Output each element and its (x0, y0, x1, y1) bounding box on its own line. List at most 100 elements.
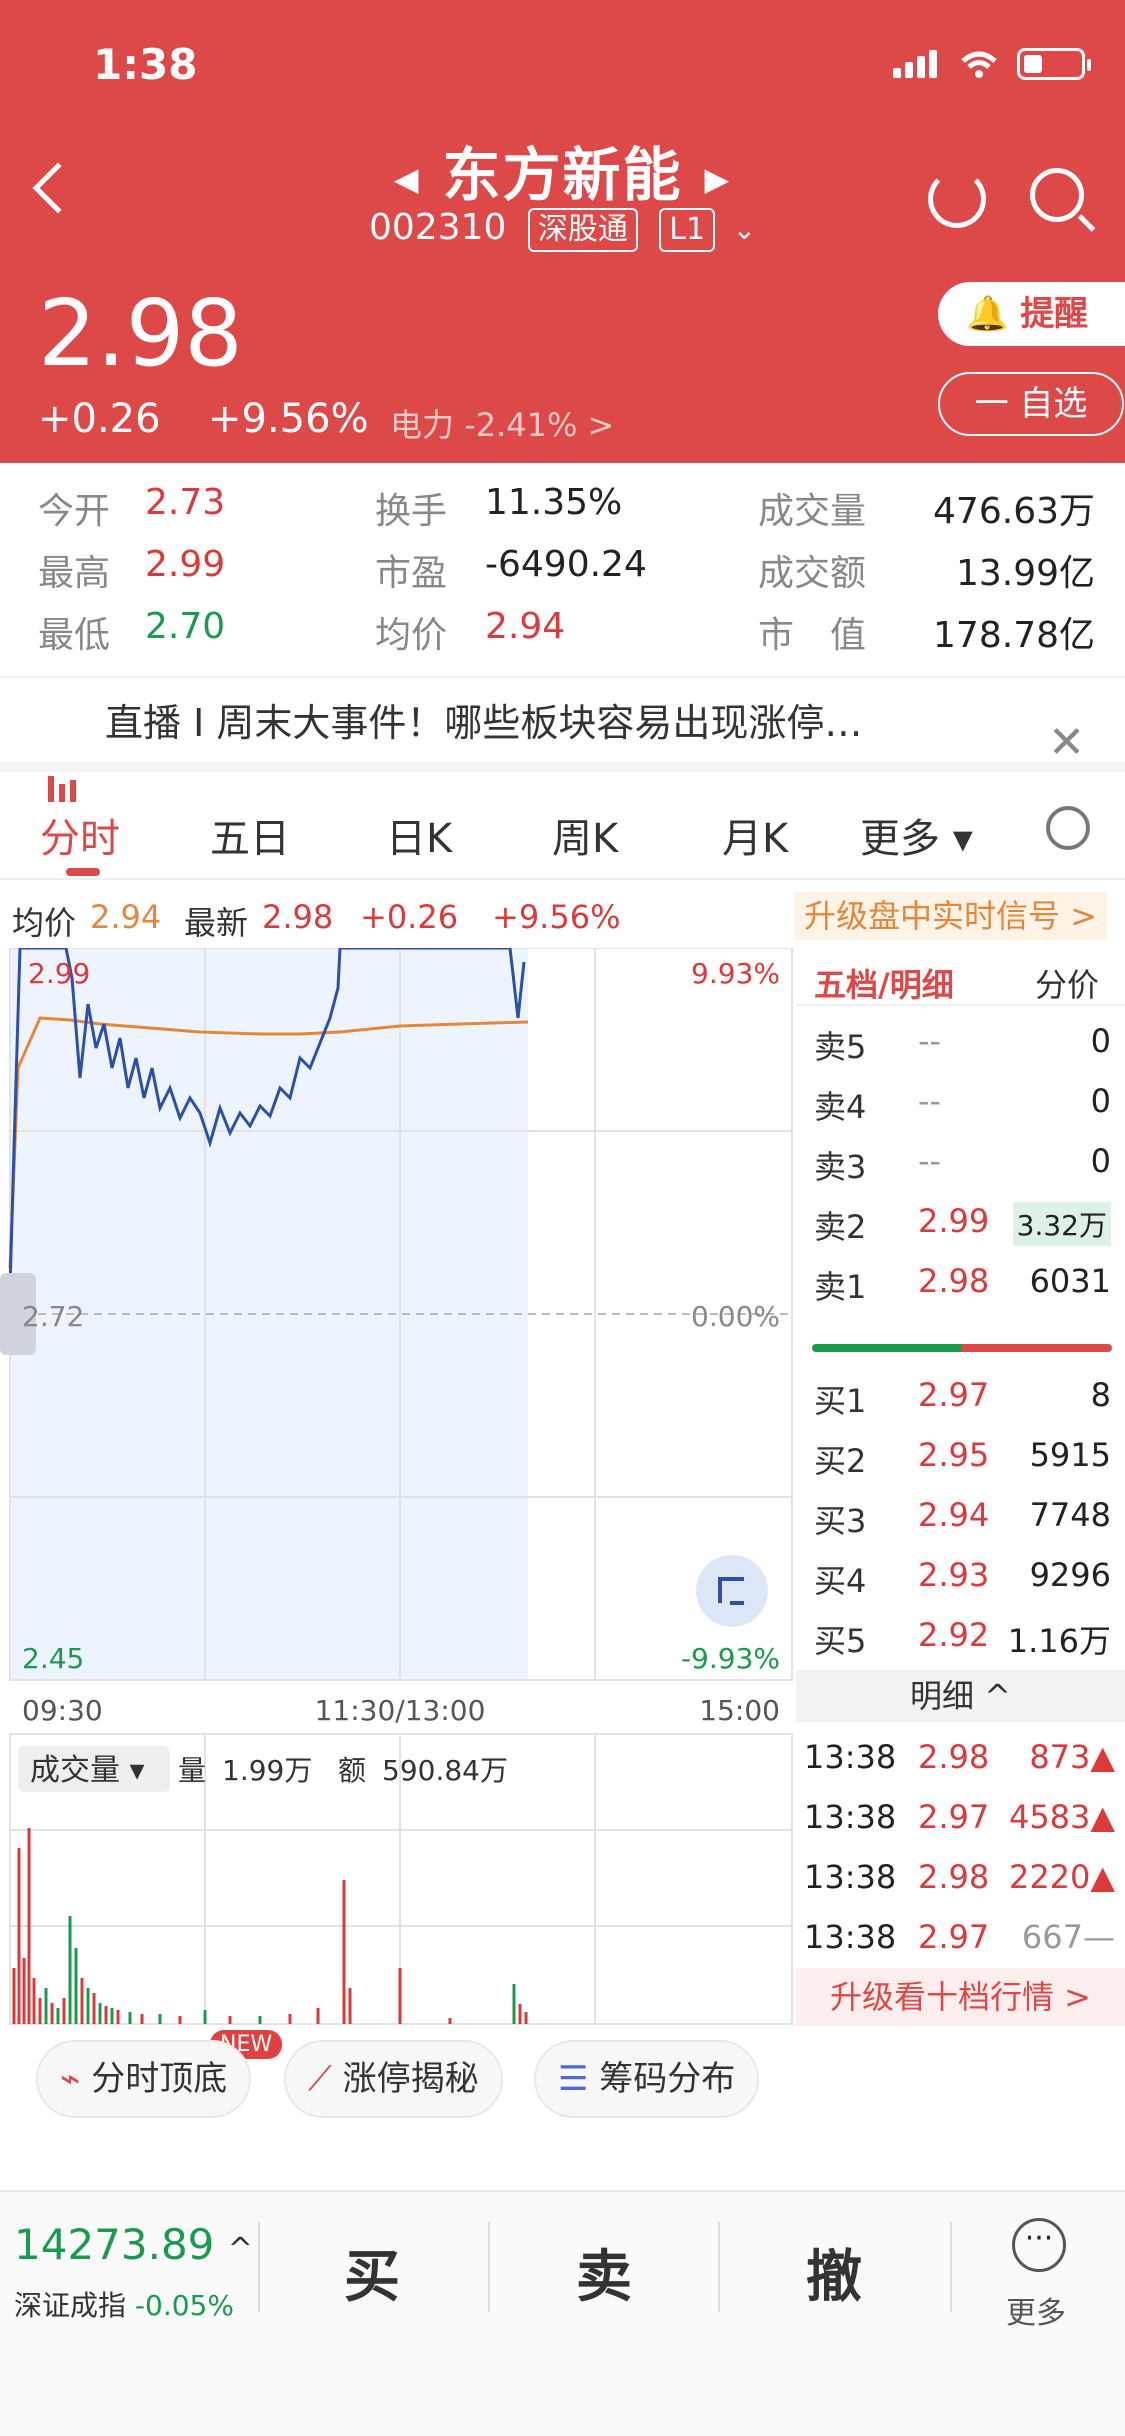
current-price: 2.98 (38, 280, 243, 387)
y-mid-pct: 0.00% (691, 1300, 780, 1333)
tab-monthly[interactable]: 月K (722, 806, 788, 864)
price-change-pct: +9.56% (208, 396, 369, 442)
limit-up-icon: ⟋ (308, 2059, 332, 2099)
sector-link[interactable]: 电力 -2.41% > (390, 400, 614, 446)
settings-icon[interactable] (1046, 806, 1090, 850)
stat-label: 换手 (375, 491, 448, 532)
status-icons (893, 48, 1091, 80)
tool-chips: ⌁ 分时顶底 ⟋ 涨停揭秘 ☰ 筹码分布 (0, 2040, 1125, 2140)
signal-icon (893, 50, 941, 78)
y-max-pct: 9.93% (691, 957, 780, 990)
stat-volume: 476.63万 (933, 491, 1095, 532)
remind-button[interactable]: 🔔 提醒 (938, 282, 1125, 346)
orderbook-header: 五档/明细 分价 (796, 948, 1125, 1006)
upgrade-level10-link[interactable]: 升级看十档行情 > (796, 1968, 1125, 2026)
last-value: 2.98 (262, 898, 334, 936)
more-icon[interactable]: ··· (1012, 2218, 1066, 2272)
next-stock-icon[interactable]: ▶ (705, 160, 732, 198)
caret-up-icon: ^ (227, 2232, 253, 2267)
order-book: 五档/明细 分价 卖5 -- 0 卖4 -- 0 卖3 -- 0 卖2 2.99 3.32万 卖… (796, 948, 1125, 2028)
refresh-icon[interactable] (928, 170, 986, 228)
stat-label: 成交额 (758, 553, 867, 594)
buy-button[interactable]: 买 (344, 2232, 400, 2313)
y-min-label: 2.45 (22, 1642, 84, 1675)
tick-row: 13:38 2.97 667— (804, 1918, 1115, 1956)
stat-label: 均价 (375, 615, 448, 656)
ask-row: 卖2 2.99 3.32万 (796, 1192, 1125, 1252)
close-icon[interactable]: ✕ (1048, 698, 1085, 788)
quote-stats: 今开 2.73 最高 2.99 最低 2.70 换手 11.35% 市盈 -64… (0, 470, 1125, 670)
tab-more[interactable]: 更多 ▾ (860, 806, 973, 864)
y-mid-label: 2.72 (22, 1300, 84, 1333)
tab-intraday[interactable]: 分时 (40, 806, 120, 864)
stat-amount: 13.99亿 (955, 553, 1095, 594)
bid-row: 买4 2.93 9296 (814, 1556, 1111, 1600)
sell-button[interactable]: 卖 (576, 2232, 632, 2313)
chart-tabs: 分时 五日 日K 周K 月K 更多 ▾ (0, 780, 1125, 880)
bid-row: 买1 2.97 8 (814, 1376, 1111, 1420)
stat-label: 市盈 (375, 553, 448, 594)
amount-label: 额 (338, 1754, 366, 1787)
time-start: 09:30 (22, 1694, 103, 1727)
divider (258, 2222, 260, 2312)
bid-row: 买5 2.92 1.16万 (814, 1616, 1111, 1660)
tab-5day[interactable]: 五日 (210, 806, 290, 864)
level-tag[interactable]: L1 (659, 208, 716, 252)
tab-daily[interactable]: 日K (386, 806, 452, 864)
tab-weekly[interactable]: 周K (552, 806, 618, 864)
tick-row: 13:38 2.98 2220▲ (804, 1858, 1115, 1896)
index-name: 深证成指 -0.05% (14, 2289, 234, 2322)
battery-icon (1017, 48, 1091, 80)
time-mid: 11:30/13:00 (315, 1694, 486, 1727)
intraday-chart[interactable]: 2.99 9.93% 2.72 0.00% 2.45 -9.93% 09:30 … (0, 948, 795, 2028)
more-label[interactable]: 更多 (1006, 2288, 1066, 2332)
distribution-icon: ☰ (558, 2059, 589, 2099)
price-change: +0.26 (38, 396, 161, 442)
tab-indicator (66, 868, 100, 876)
pct-value: +9.56% (492, 898, 621, 936)
tool-chip-distribution[interactable]: ☰ 筹码分布 (534, 2040, 760, 2118)
divider (950, 2222, 952, 2312)
wifi-icon (961, 51, 997, 78)
chevron-down-icon[interactable]: ⌄ (733, 213, 756, 246)
time-end: 15:00 (699, 1694, 780, 1727)
chart-infobar: 均价 2.94 最新 2.98 +0.26 +9.56% 升级盘中实时信号 > (0, 892, 1125, 944)
connect-tag: 深股通 (527, 208, 638, 252)
tick-row: 13:38 2.98 873▲ (804, 1738, 1115, 1776)
stat-label: 今开 (38, 491, 111, 532)
tab-price-dist[interactable]: 分价 (1035, 960, 1099, 1006)
detail-toggle[interactable]: 明细 ^ (796, 1670, 1125, 1722)
tool-intraday-top-bottom[interactable]: ⌁ 分时顶底 (36, 2040, 252, 2118)
tool-limit-up[interactable]: ⟋ 涨停揭秘 (284, 2040, 503, 2118)
cancel-button[interactable]: 撤 (806, 2232, 862, 2313)
divider (488, 2222, 490, 2312)
last-label: 最新 (184, 904, 249, 942)
stat-low: 2.70 (145, 606, 226, 647)
ask-row: 卖4 -- 0 (814, 1082, 1111, 1126)
stat-market-cap: 178.78亿 (933, 615, 1095, 656)
stat-turnover: 11.35% (485, 482, 623, 523)
prev-stock-icon[interactable]: ◀ (394, 160, 421, 198)
chg-value: +0.26 (360, 898, 459, 936)
live-banner[interactable]: 直播 I 周末大事件！哪些板块容易出现涨停… ✕ (0, 676, 1125, 802)
y-max-label: 2.99 (28, 957, 90, 990)
search-icon[interactable] (1030, 168, 1084, 222)
watchlist-button[interactable]: 一 自选 (938, 372, 1124, 436)
stock-code: 002310 (368, 207, 507, 248)
amount-value: 590.84万 (382, 1754, 508, 1787)
live-text: 直播 I 周末大事件！哪些板块容易出现涨停… (105, 701, 863, 745)
buy-sell-ratio-bar (812, 1344, 1112, 1352)
stat-open: 2.73 (145, 482, 226, 523)
bottom-trade-bar: 14273.89 ^ 深证成指 -0.05% 买 卖 撤 ··· 更多 (0, 2190, 1125, 2436)
index-value[interactable]: 14273.89 ^ (14, 2220, 253, 2269)
upgrade-signal-link[interactable]: 升级盘中实时信号 > (794, 892, 1107, 940)
ask-row: 卖1 2.98 6031 (814, 1262, 1111, 1306)
bell-icon: 🔔 (966, 294, 1009, 334)
volume-label: 量 (178, 1754, 206, 1787)
y-min-pct: -9.93% (681, 1642, 780, 1675)
avg-value: 2.94 (90, 898, 162, 936)
ask-row: 卖5 -- 0 (814, 1022, 1111, 1066)
fullscreen-icon[interactable] (696, 1555, 768, 1627)
tab-orderbook[interactable]: 五档/明细 (814, 960, 954, 1006)
bid-row: 买2 2.95 5915 (814, 1436, 1111, 1480)
